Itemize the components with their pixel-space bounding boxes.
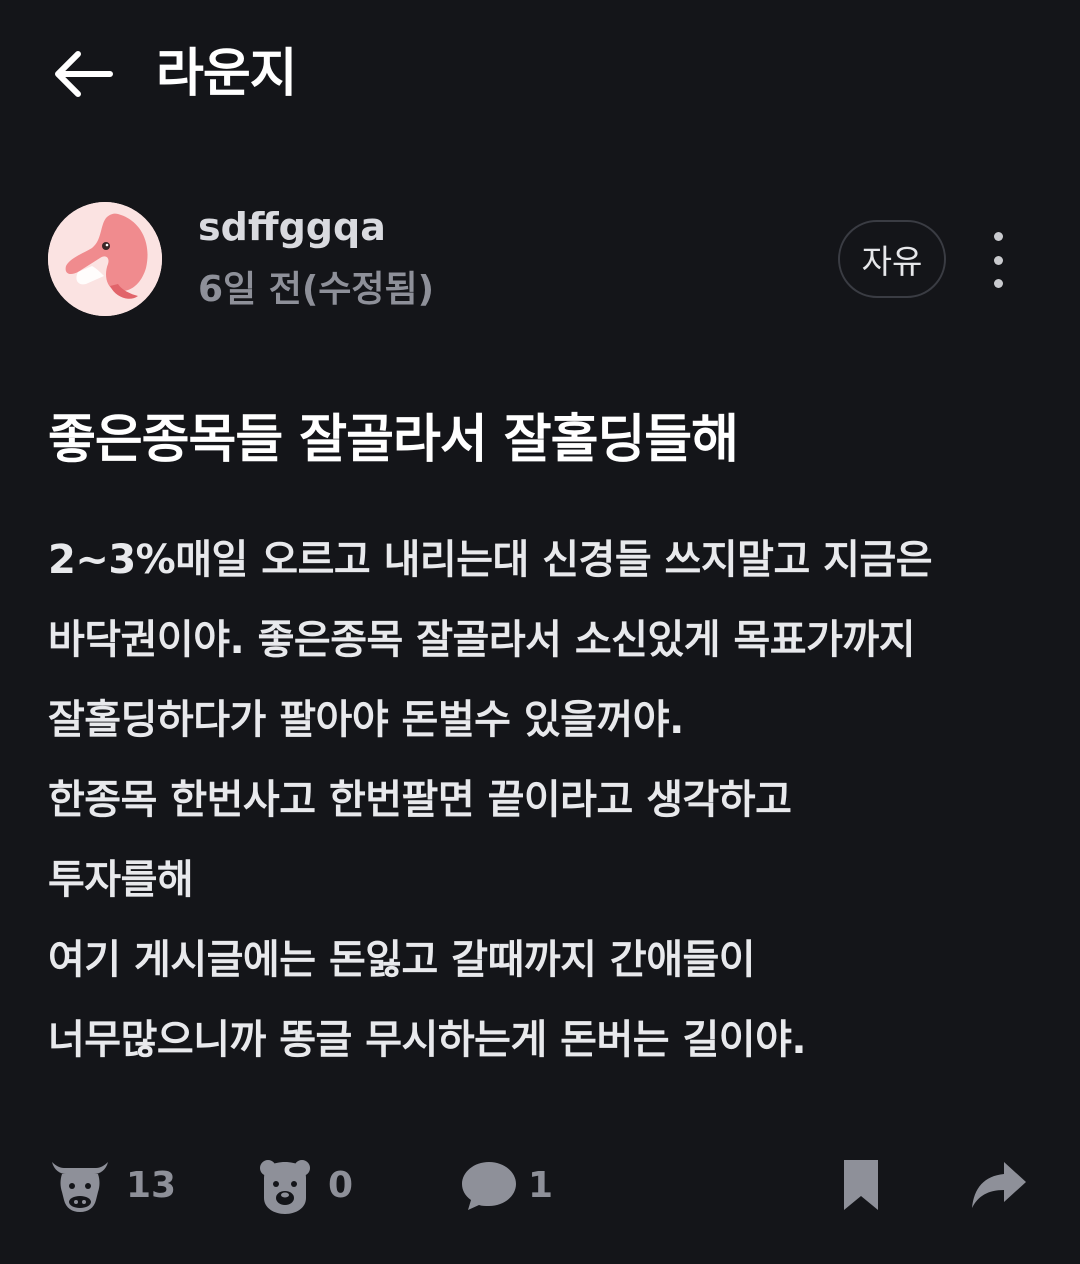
back-button[interactable] (48, 44, 118, 104)
post-body: 2~3%매일 오르고 내리는대 신경들 쓰지말고 지금은 바닥권이야. 좋은종목… (48, 520, 1048, 1080)
category-chip[interactable]: 자유 (838, 220, 946, 298)
author-username[interactable]: sdffggqa (198, 204, 386, 250)
bull-reaction-button[interactable]: 13 (48, 1154, 176, 1216)
more-dot (993, 255, 1003, 265)
action-bar: 13 0 1 (0, 1140, 1080, 1230)
author-row: sdffggqa 6일 전(수정됨) 자유 (0, 196, 1080, 326)
dolphin-avatar-icon (48, 202, 162, 316)
post-title: 좋은종목들 잘골라서 잘홀딩들해 (48, 410, 739, 470)
bear-icon (260, 1160, 310, 1214)
body-line: 바닥권이야. 좋은종목 잘골라서 소신있게 목표가까지 (48, 617, 916, 663)
bookmark-icon (844, 1160, 878, 1210)
more-options-button[interactable] (978, 232, 1018, 288)
comment-count: 1 (528, 1164, 554, 1206)
comment-button[interactable]: 1 (460, 1154, 553, 1216)
body-line: 너무많으니까 똥글 무시하는게 돈버는 길이야. (48, 1017, 807, 1063)
avatar[interactable] (48, 202, 162, 316)
bull-count: 13 (126, 1164, 177, 1206)
more-dot (993, 279, 1003, 288)
share-arrow-icon (972, 1162, 1026, 1208)
post-timestamp: 6일 전(수정됨) (198, 269, 435, 310)
body-line: 2~3%매일 오르고 내리는대 신경들 쓰지말고 지금은 (48, 537, 933, 583)
page-title: 라운지 (156, 44, 298, 104)
bull-icon (52, 1162, 108, 1212)
more-dot (993, 232, 1003, 241)
body-line: 여기 게시글에는 돈잃고 갈때까지 간애들이 (48, 937, 756, 983)
comment-bubble-icon (462, 1162, 516, 1210)
body-line: 한종목 한번사고 한번팔면 끝이라고 생각하고 (48, 777, 792, 823)
bookmark-button[interactable] (838, 1154, 884, 1216)
top-bar: 라운지 (0, 0, 1080, 150)
body-line: 투자를해 (48, 857, 194, 903)
bear-reaction-button[interactable]: 0 (256, 1154, 353, 1216)
body-line: 잘홀딩하다가 팔아야 돈벌수 있을꺼야. (48, 697, 684, 743)
share-button[interactable] (968, 1154, 1030, 1216)
arrow-left-icon (55, 51, 113, 97)
bear-count: 0 (328, 1164, 354, 1206)
